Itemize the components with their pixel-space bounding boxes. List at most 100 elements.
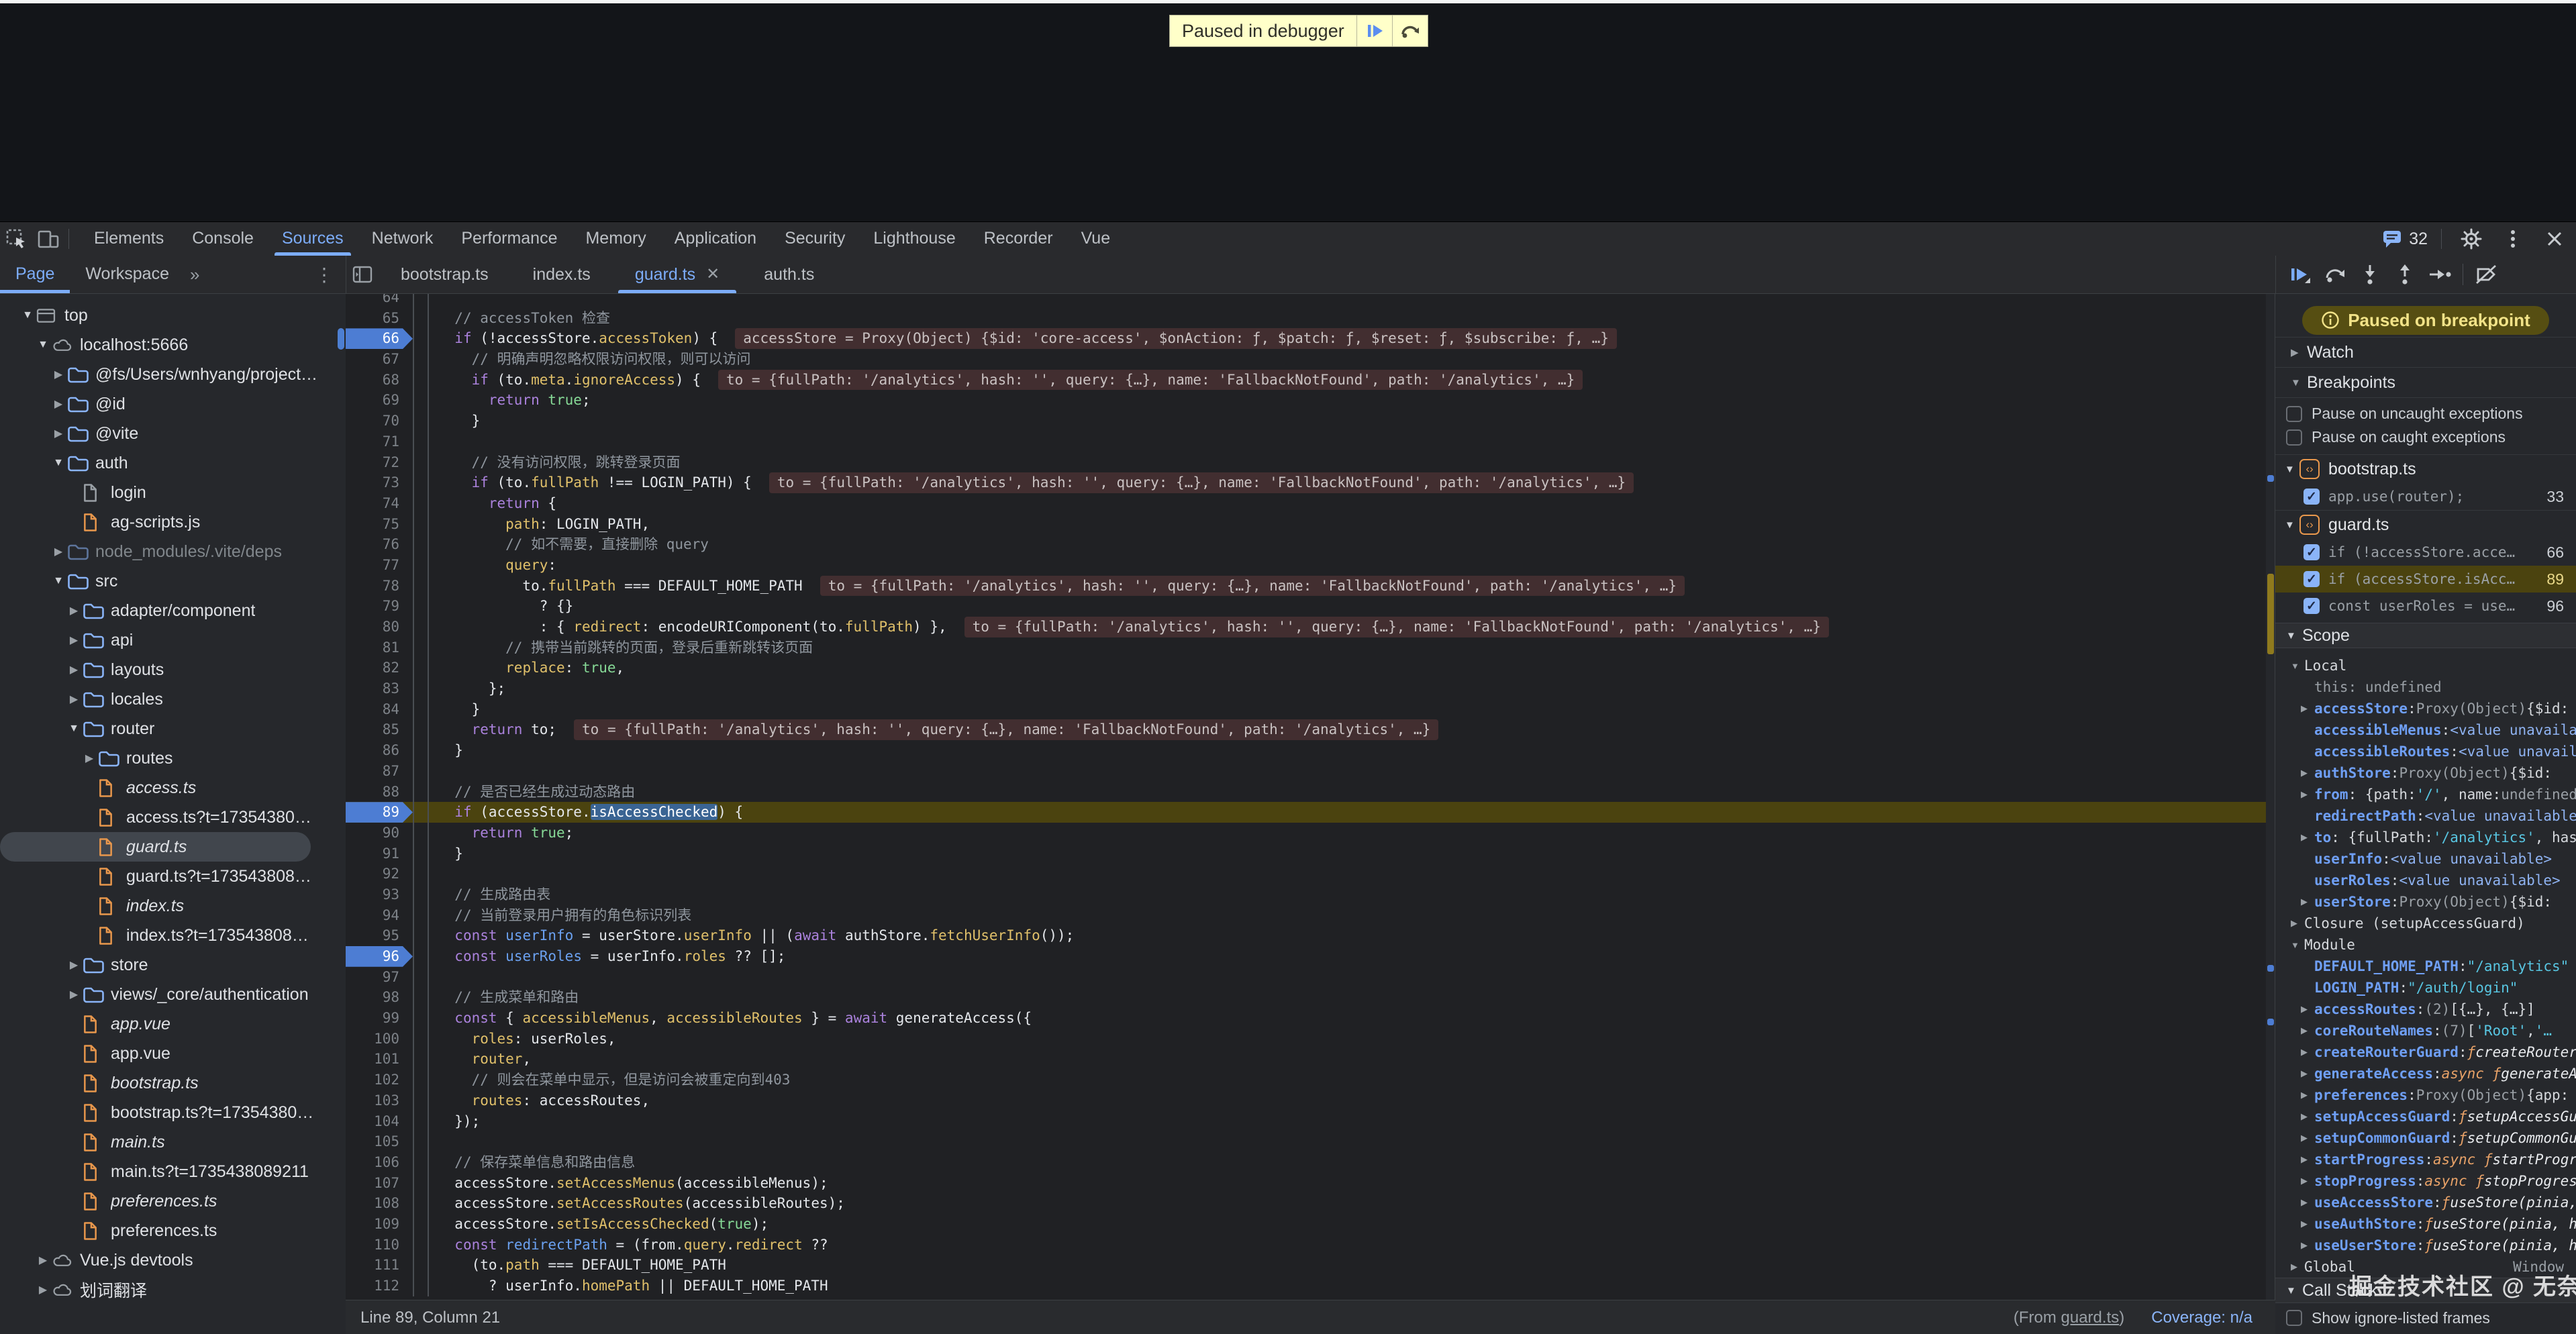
scope-row[interactable]: ▶useUserStore: ƒ useStore(pinia, hot) [2275,1235,2576,1256]
pause-uncaught-exceptions-row[interactable]: Pause on uncaught exceptions [2275,402,2576,425]
tree-item-item[interactable]: ▶划词翻译 [0,1275,346,1304]
file-tab-index-ts[interactable]: index.ts [511,256,613,293]
scope-row[interactable]: ▶accessStore: Proxy(Object) {$id: 'core-… [2275,698,2576,719]
chevron-right-icon[interactable]: ▶ [65,988,83,1001]
scope-row[interactable]: ▼Local [2275,655,2576,676]
chevron-right-icon[interactable]: ▶ [2301,1219,2314,1229]
chevron-right-icon[interactable]: ▶ [2301,1025,2314,1036]
scope-row[interactable]: ▶createRouterGuard: ƒ createRouterGuard(… [2275,1041,2576,1063]
tree-item-top[interactable]: ▼top [0,301,346,330]
line-number[interactable]: 78 [346,576,413,597]
scope-row[interactable]: ▶from: {path: '/', name: undefined, …} [2275,784,2576,805]
scope-row[interactable]: ▶authStore: Proxy(Object) {$id: [2275,762,2576,784]
tree-item-localhost-5666[interactable]: ▼localhost:5666 [0,330,346,360]
show-ignore-listed-frames-row[interactable]: Show ignore-listed frames [2275,1303,2576,1333]
tree-item-guard-ts[interactable]: guard.ts [0,832,311,862]
step-over-banner-button[interactable] [1392,15,1428,46]
chevron-down-icon[interactable]: ▼ [2291,661,2304,671]
line-number[interactable]: 86 [346,740,413,761]
line-number[interactable]: 100 [346,1029,413,1049]
breakpoint-line-number[interactable]: 66 [346,328,413,349]
breakpoint-file-header[interactable]: ▼‹›bootstrap.ts [2275,455,2576,483]
scope-row[interactable]: userInfo: <value unavailable> [2275,848,2576,870]
scope-row[interactable]: ▶to: {fullPath: '/analytics', hash: '', … [2275,827,2576,848]
chevron-down-icon[interactable]: ▼ [50,457,67,469]
tab-security[interactable]: Security [771,222,859,256]
pause-caught-exceptions-row[interactable]: Pause on caught exceptions [2275,425,2576,449]
tab-network[interactable]: Network [358,222,448,256]
line-number[interactable]: 92 [346,864,413,884]
line-number[interactable]: 88 [346,782,413,803]
chevron-right-icon[interactable]: ▶ [2301,1240,2314,1251]
checkbox-unchecked[interactable] [2286,406,2302,422]
scope-row[interactable]: ▶generateAccess: async ƒ generateAccess(… [2275,1063,2576,1084]
line-number[interactable]: 112 [346,1276,413,1296]
chevron-right-icon[interactable]: ▶ [2301,1176,2314,1186]
line-number[interactable]: 73 [346,472,413,493]
tree-item-app-vue[interactable]: app.vue [0,1039,346,1068]
chevron-right-icon[interactable]: ▶ [50,545,67,558]
line-number[interactable]: 68 [346,370,413,391]
scope-row[interactable]: ▶setupAccessGuard: ƒ setupAccessGuard() [2275,1106,2576,1127]
step-into-button[interactable] [2358,262,2382,287]
scope-row[interactable]: accessibleRoutes: <value unavailable> [2275,741,2576,762]
line-number[interactable]: 105 [346,1131,413,1152]
line-number[interactable]: 109 [346,1214,413,1235]
breakpoint-item-line-89[interactable]: ✓if (accessStore.isAcc…89 [2275,566,2576,593]
line-number[interactable]: 103 [346,1090,413,1111]
checkbox-checked[interactable]: ✓ [2303,571,2320,587]
line-number[interactable]: 64 [346,294,413,308]
step-out-button[interactable] [2393,262,2417,287]
line-number[interactable]: 79 [346,596,413,617]
tree-item-adapter-component[interactable]: ▶adapter/component [0,596,346,625]
scope-row[interactable]: ▶useAccessStore: ƒ useStore(pinia, hot) [2275,1192,2576,1213]
scope-section-header[interactable]: ▼ Scope [2275,623,2576,648]
line-number[interactable]: 95 [346,925,413,946]
navigator-tab-page[interactable]: Page [0,256,70,293]
scope-row[interactable]: ▶stopProgress: async ƒ stopProgress() [2275,1170,2576,1192]
scope-row[interactable]: ▼Module [2275,934,2576,956]
line-number[interactable]: 65 [346,308,413,329]
chevron-right-icon[interactable]: ▶ [2301,1068,2314,1079]
line-number[interactable]: 87 [346,761,413,782]
line-number[interactable]: 91 [346,843,413,864]
line-number[interactable]: 67 [346,349,413,370]
checkbox-checked[interactable]: ✓ [2303,489,2320,505]
tree-item-router[interactable]: ▼router [0,714,346,743]
console-messages-badge[interactable]: 32 [2382,229,2428,249]
line-number[interactable]: 69 [346,390,413,411]
tree-item-id[interactable]: ▶@id [0,389,346,419]
source-origin-link[interactable]: guard.ts [2061,1309,2120,1327]
chevron-down-icon[interactable]: ▼ [19,309,36,321]
callstack-section-header[interactable]: ▼ Call Stack [2275,1278,2576,1303]
breakpoint-item-line-33[interactable]: ✓app.use(router);33 [2275,483,2576,510]
tree-item-routes[interactable]: ▶routes [0,743,346,773]
chevron-right-icon[interactable]: ▶ [65,604,83,617]
breakpoint-item-line-96[interactable]: ✓const userRoles = use…96 [2275,593,2576,619]
tree-item-access-ts-t-17354380[interactable]: access.ts?t=17354380… [0,803,346,832]
chevron-down-icon[interactable]: ▼ [2291,940,2304,950]
tree-item-bootstrap-ts-t-17354380[interactable]: bootstrap.ts?t=17354380… [0,1098,346,1127]
tree-item-ag-scripts-js[interactable]: ag-scripts.js [0,507,346,537]
line-number[interactable]: 77 [346,555,413,576]
tab-elements[interactable]: Elements [80,222,178,256]
tree-item-index-ts-t-173543808[interactable]: index.ts?t=173543808… [0,921,346,950]
chevron-right-icon[interactable]: ▶ [2301,832,2314,843]
tree-item-node-modules-vite-deps[interactable]: ▶node_modules/.vite/deps [0,537,346,566]
chevron-right-icon[interactable]: ▶ [65,692,83,706]
breakpoint-line-number[interactable]: 89 [346,802,413,823]
scope-row[interactable]: ▶useAuthStore: ƒ useStore(pinia, hot) [2275,1213,2576,1235]
line-number[interactable]: 108 [346,1193,413,1214]
scope-row[interactable]: accessibleMenus: <value unavailable> [2275,719,2576,741]
tree-item-preferences-ts[interactable]: preferences.ts [0,1216,346,1245]
chevron-right-icon[interactable]: ▶ [65,958,83,972]
line-number[interactable]: 84 [346,699,413,720]
tree-item-main-ts-t-1735438089211[interactable]: main.ts?t=1735438089211 [0,1157,346,1186]
tab-sources[interactable]: Sources [268,222,358,256]
tree-item-locales[interactable]: ▶locales [0,684,346,714]
line-number[interactable]: 90 [346,823,413,843]
line-number[interactable]: 94 [346,905,413,926]
chevron-right-icon[interactable]: ▶ [65,663,83,676]
checkbox-unchecked[interactable] [2286,1310,2302,1326]
line-number[interactable]: 97 [346,967,413,988]
